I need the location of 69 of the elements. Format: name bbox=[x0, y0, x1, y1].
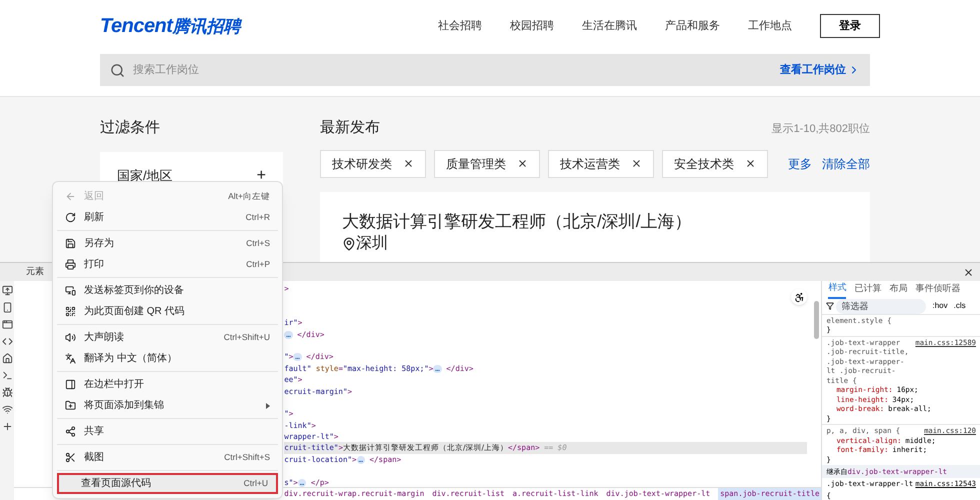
menu-item[interactable]: 翻译为 中文（简体） bbox=[57, 348, 278, 369]
logo[interactable]: Tencent腾讯招聘 bbox=[100, 11, 240, 41]
qr-code-icon bbox=[65, 306, 76, 317]
styles-tab[interactable]: 已计算 bbox=[854, 282, 882, 298]
wifi-icon[interactable] bbox=[2, 404, 13, 415]
nav-link[interactable]: 工作地点 bbox=[748, 18, 792, 34]
back-arrow-icon bbox=[65, 191, 76, 202]
terminal-icon[interactable] bbox=[2, 370, 13, 381]
login-button[interactable]: 登录 bbox=[820, 14, 880, 38]
filters-title: 过滤条件 bbox=[100, 118, 161, 138]
plus-icon[interactable] bbox=[2, 421, 13, 432]
hov-button[interactable]: :hov bbox=[932, 300, 948, 312]
nav-link[interactable]: 产品和服务 bbox=[665, 18, 720, 34]
menu-item[interactable]: 打印 Ctrl+P bbox=[57, 254, 278, 275]
nav-link[interactable]: 社会招聘 bbox=[438, 18, 482, 34]
search-bar[interactable]: 搜索工作岗位 查看工作岗位 bbox=[100, 54, 870, 86]
latest-title: 最新发布 bbox=[320, 118, 380, 138]
home-icon[interactable] bbox=[2, 353, 13, 364]
result-count: 显示1-10,共802职位 bbox=[772, 122, 870, 137]
bug-icon[interactable] bbox=[2, 387, 13, 398]
scissors-icon bbox=[65, 452, 76, 463]
scrollbar[interactable] bbox=[814, 301, 820, 339]
accessibility-button[interactable] bbox=[791, 289, 808, 305]
view-jobs-link[interactable]: 查看工作岗位 bbox=[780, 62, 860, 78]
menu-item[interactable]: 大声朗读 Ctrl+Shift+U bbox=[57, 327, 278, 348]
close-icon[interactable] bbox=[517, 158, 528, 169]
elements-tab[interactable]: 元素 bbox=[26, 265, 44, 279]
filter-field[interactable]: 筛选器 bbox=[836, 298, 926, 314]
search-icon bbox=[110, 62, 125, 78]
share-icon bbox=[65, 426, 76, 437]
menu-item[interactable]: 在边栏中打开 bbox=[57, 374, 278, 395]
window-icon[interactable] bbox=[2, 319, 13, 330]
styles-tab[interactable]: 事件侦听器 bbox=[915, 282, 960, 298]
phone-icon[interactable] bbox=[2, 302, 13, 313]
screencast-icon[interactable] bbox=[2, 285, 13, 296]
job-card[interactable]: 大数据计算引擎研发工程师（北京/深圳/上海） 深圳 bbox=[320, 192, 870, 262]
menu-item[interactable]: 另存为 Ctrl+S bbox=[57, 233, 278, 254]
printer-icon bbox=[65, 259, 76, 270]
close-icon[interactable] bbox=[631, 158, 642, 169]
nav-link[interactable]: 校园招聘 bbox=[510, 18, 554, 34]
refresh-icon bbox=[65, 212, 76, 223]
clear-all-link[interactable]: 清除全部 bbox=[822, 154, 870, 172]
filter-icon bbox=[826, 302, 834, 310]
job-location: 深圳 bbox=[356, 234, 388, 254]
accessibility-icon bbox=[794, 292, 805, 302]
close-icon[interactable] bbox=[403, 158, 414, 169]
menu-item[interactable]: 共享 bbox=[57, 421, 278, 442]
close-icon[interactable] bbox=[745, 158, 756, 169]
close-icon[interactable] bbox=[963, 266, 974, 278]
save-icon bbox=[65, 238, 76, 249]
menu-item[interactable]: 发送标签页到你的设备 bbox=[57, 280, 278, 301]
sidebar-icon bbox=[65, 379, 76, 390]
menu-item[interactable]: 刷新 Ctrl+R bbox=[57, 207, 278, 228]
styles-tab[interactable]: 布局 bbox=[889, 282, 908, 298]
code-icon[interactable] bbox=[2, 336, 13, 347]
location-pin-icon bbox=[342, 236, 356, 250]
menu-item[interactable]: 查看页面源代码 Ctrl+U bbox=[57, 473, 278, 494]
devices-icon bbox=[65, 285, 76, 296]
nav-link[interactable]: 生活在腾讯 bbox=[582, 18, 637, 34]
cls-button[interactable]: .cls bbox=[954, 300, 966, 312]
translate-icon bbox=[65, 353, 76, 364]
folder-plus-icon bbox=[65, 400, 76, 411]
menu-item[interactable]: 截图 Ctrl+Shift+S bbox=[57, 447, 278, 468]
menu-item[interactable]: 将页面添加到集锦 bbox=[57, 395, 278, 416]
job-title[interactable]: 大数据计算引擎研发工程师（北京/深圳/上海） bbox=[342, 210, 848, 234]
more-link[interactable]: 更多 bbox=[788, 154, 812, 172]
submenu-arrow-icon bbox=[266, 402, 270, 408]
menu-item[interactable]: 为此页面创建 QR 代码 bbox=[57, 301, 278, 322]
speaker-icon bbox=[65, 332, 76, 343]
